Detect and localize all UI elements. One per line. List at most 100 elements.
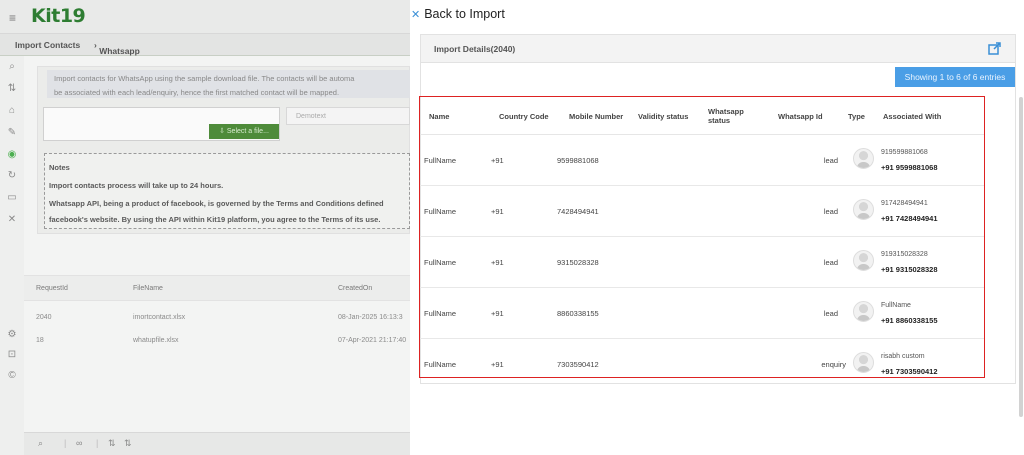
col-associated-with[interactable]: Associated With	[883, 97, 941, 135]
breadcrumb-current: › Whatsapp	[94, 40, 140, 56]
home-icon[interactable]: ⌂	[6, 105, 18, 117]
search-icon[interactable]: ⌕	[6, 61, 18, 73]
notes-line-1: Import contacts process will take up to …	[49, 181, 224, 190]
col-country-code[interactable]: Country Code	[499, 97, 549, 135]
col-whatsapp-status[interactable]: Whatsapp status	[708, 97, 756, 135]
associated-phone: +91 7428494941	[881, 214, 938, 223]
associated-phone: +91 9599881068	[881, 163, 938, 172]
cell-name: FullName	[424, 156, 457, 165]
cell-name: FullName	[424, 258, 457, 267]
breadcrumb-root[interactable]: Import Contacts	[15, 40, 80, 50]
card-header: Import Details(2040)	[421, 35, 1015, 63]
info-text-2: be associated with each lead/enquiry, he…	[54, 88, 340, 97]
notes-line-2: Whatsapp API, being a product of faceboo…	[49, 199, 384, 208]
sort-desc-icon[interactable]: ⇅	[124, 438, 132, 449]
demotext-input[interactable]: Demotext	[286, 107, 410, 125]
cell-mobile: 9315028328	[557, 258, 599, 267]
col-validity-status[interactable]: Validity status	[638, 97, 688, 135]
cell-type: lead	[823, 258, 838, 267]
divider: |	[64, 438, 67, 448]
bottom-toolbar: ⌕ | ∞ | ⇅ ⇅	[24, 432, 410, 455]
chat-icon[interactable]: ▭	[6, 192, 18, 204]
table-body: FullName +91 9599881068 lead 91959988106…	[420, 135, 984, 379]
avatar	[853, 250, 874, 271]
notes-title: Notes	[49, 163, 70, 172]
avatar	[853, 301, 874, 322]
notes-line-3: facebook's website. By using the API wit…	[49, 215, 381, 224]
tag-icon[interactable]: ✎	[6, 127, 18, 139]
cell-requestid: 18	[36, 337, 44, 344]
col-name[interactable]: Name	[429, 97, 449, 135]
chat-icon[interactable]: ⌕	[38, 438, 43, 449]
cell-mobile: 7303590412	[557, 360, 599, 369]
cell-country-code: +91	[491, 360, 504, 369]
table-row[interactable]: FullName +91 9315028328 lead 91931502832…	[420, 237, 984, 288]
col-whatsapp-id[interactable]: Whatsapp Id	[778, 97, 823, 135]
tools-icon[interactable]: ✕	[6, 214, 18, 226]
col-createdon[interactable]: CreatedOn	[338, 285, 372, 292]
showing-entries-badge: Showing 1 to 6 of 6 entries	[895, 67, 1015, 87]
sort-icon[interactable]: ⇅	[6, 83, 18, 95]
breadcrumb: Import Contacts › Whatsapp	[0, 34, 410, 56]
cell-type: enquiry	[821, 360, 846, 369]
cell-name: FullName	[424, 207, 457, 216]
notes-box: Notes Import contacts process will take …	[44, 153, 410, 229]
cell-mobile: 8860338155	[557, 309, 599, 318]
cell-country-code: +91	[491, 207, 504, 216]
col-type[interactable]: Type	[848, 97, 865, 135]
cell-mobile: 9599881068	[557, 156, 599, 165]
associated-name[interactable]: risabh custom	[881, 353, 925, 360]
cell-type: lead	[823, 309, 838, 318]
scrollbar[interactable]	[1019, 97, 1023, 417]
associated-name[interactable]: FullName	[881, 302, 911, 309]
sync-icon[interactable]: ↻	[6, 170, 18, 182]
associated-phone: +91 9315028328	[881, 265, 938, 274]
history-grid-header: RequestId FileName CreatedOn	[24, 275, 410, 301]
cell-createdon: 08-Jan-2025 16:13:3	[338, 314, 403, 321]
export-icon[interactable]	[988, 42, 1002, 55]
info-icon[interactable]: ©	[6, 370, 18, 382]
cell-name: FullName	[424, 309, 457, 318]
cell-createdon: 07-Apr-2021 21:17:40	[338, 337, 407, 344]
associated-phone: +91 8860338155	[881, 316, 938, 325]
breadcrumb-current-label: Whatsapp	[99, 46, 140, 56]
table-row[interactable]: FullName +91 8860338155 lead FullName +9…	[420, 288, 984, 339]
info-box: Import contacts for WhatsApp using the s…	[47, 70, 410, 98]
cell-mobile: 7428494941	[557, 207, 599, 216]
cell-requestid: 2040	[36, 314, 52, 321]
table-row[interactable]: 18 whatupfile.xlsx 07-Apr-2021 21:17:40	[24, 331, 410, 353]
back-label: Back to Import	[424, 7, 505, 21]
cell-country-code: +91	[491, 156, 504, 165]
select-file-button[interactable]: ⇩ Select a file...	[209, 124, 279, 139]
associated-name[interactable]: 917428494941	[881, 200, 928, 207]
background-app: ≡ Kit19 Import Contacts › Whatsapp ⌕ ⇅ ⌂…	[0, 0, 410, 455]
associated-name[interactable]: 919599881068	[881, 149, 928, 156]
menu-icon[interactable]: ≡	[9, 11, 16, 25]
table-row[interactable]: FullName +91 7303590412 enquiry risabh c…	[420, 339, 984, 390]
col-requestid[interactable]: RequestId	[36, 285, 68, 292]
cell-type: lead	[823, 207, 838, 216]
col-filename[interactable]: FileName	[133, 285, 163, 292]
table-row[interactable]: FullName +91 9599881068 lead 91959988106…	[420, 135, 984, 186]
avatar	[853, 199, 874, 220]
cell-type: lead	[823, 156, 838, 165]
settings-icon[interactable]: ⚙	[6, 329, 18, 341]
info-text-1: Import contacts for WhatsApp using the s…	[54, 74, 355, 83]
associated-name[interactable]: 919315028328	[881, 251, 928, 258]
cell-filename: whatupfile.xlsx	[133, 337, 179, 344]
import-details-table: Name Country Code Mobile Number Validity…	[419, 96, 985, 378]
table-row[interactable]: FullName +91 7428494941 lead 91742849494…	[420, 186, 984, 237]
table-row[interactable]: 2040 imortcontact.xlsx 08-Jan-2025 16:13…	[24, 308, 410, 330]
cell-country-code: +91	[491, 258, 504, 267]
link-icon[interactable]: ∞	[76, 438, 82, 448]
download-icon[interactable]: ⊡	[6, 349, 18, 361]
left-sidebar: ⌕ ⇅ ⌂ ✎ ◉ ↻ ▭ ✕ ⚙ ⊡ ©	[0, 56, 24, 455]
app-logo: Kit19	[31, 5, 86, 27]
sort-asc-icon[interactable]: ⇅	[108, 438, 116, 449]
whatsapp-icon[interactable]: ◉	[6, 149, 18, 161]
close-icon[interactable]: ✕	[411, 9, 420, 21]
import-details-drawer: ✕ Back to Import Import Details(2040) Sho…	[410, 0, 1024, 455]
back-to-import-button[interactable]: ✕ Back to Import	[411, 7, 505, 21]
avatar	[853, 148, 874, 169]
col-mobile-number[interactable]: Mobile Number	[569, 97, 623, 135]
